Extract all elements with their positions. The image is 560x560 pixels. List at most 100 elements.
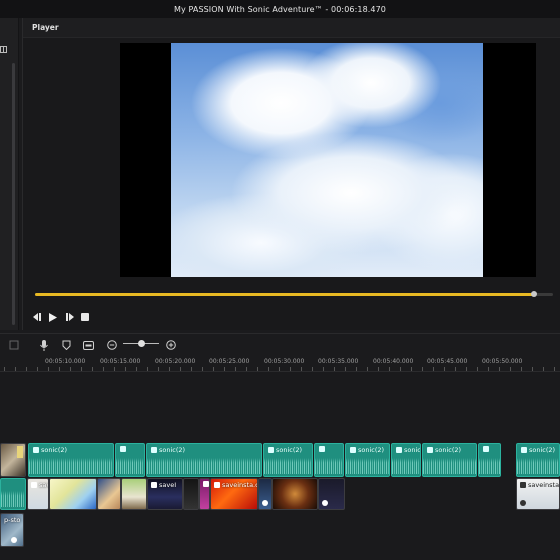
ruler-minor-tick <box>224 367 225 371</box>
audio-clip-icon <box>33 447 39 453</box>
video-clip[interactable] <box>97 478 121 510</box>
stop-icon[interactable] <box>80 312 90 322</box>
audio-clip-icon <box>120 446 126 452</box>
editor-window: My PASSION With Sonic Adventure™ - 00:06… <box>0 0 560 560</box>
crop-icon[interactable] <box>8 339 20 351</box>
audio-clip-icon <box>350 447 356 453</box>
clip-name: sonic(2) <box>276 446 303 454</box>
play-icon[interactable] <box>48 312 58 322</box>
audio-clip[interactable]: sonic(2) <box>391 443 421 477</box>
video-clip-icon <box>203 481 209 487</box>
audio-waveform <box>479 458 500 474</box>
video-clip-label: saveI <box>151 481 176 489</box>
audio-clip[interactable]: sonic(2) <box>28 443 114 477</box>
audio-clip-label: sonic(2) <box>427 446 461 454</box>
clip-name: sonic(2) <box>41 446 68 454</box>
video-preview[interactable] <box>120 43 536 277</box>
video-clip[interactable] <box>199 478 210 510</box>
ruler-tick: 00:05:25.000 <box>209 358 250 365</box>
audio-clip-icon <box>319 446 325 452</box>
audio-clip[interactable] <box>115 443 145 477</box>
audio-clip-label: sonic(2) <box>268 446 302 454</box>
step-forward-icon[interactable] <box>64 312 74 322</box>
zoom-in-icon[interactable] <box>165 339 177 351</box>
overlay-clip-label: p-sto <box>4 516 20 524</box>
microphone-icon[interactable] <box>38 339 50 351</box>
video-clip[interactable]: saveinsta.cc_720p-sonic-adventure <box>210 478 258 510</box>
grid-view-icon[interactable] <box>0 46 7 53</box>
playback-controls <box>32 312 90 322</box>
video-clip[interactable] <box>258 478 272 510</box>
video-clip[interactable] <box>318 478 345 510</box>
audio-clip[interactable] <box>478 443 501 477</box>
audio-clip-label: sonic(2) <box>521 446 555 454</box>
audio-clip[interactable]: sonic(2) <box>146 443 262 477</box>
audio-waveform <box>423 458 476 474</box>
video-clip[interactable]: saveI <box>147 478 183 510</box>
ruler-minor-tick <box>158 367 159 371</box>
audio-waveform <box>315 458 343 474</box>
progress-handle[interactable] <box>530 291 537 297</box>
video-clip-label: savi <box>31 481 48 489</box>
ruler-minor-tick <box>367 367 368 371</box>
player-header: Player <box>23 18 560 38</box>
playback-progress-bar[interactable] <box>35 291 553 297</box>
zoom-out-icon[interactable] <box>106 339 118 351</box>
audio-waveform <box>1 491 25 507</box>
title-bar: My PASSION With Sonic Adventure™ - 00:06… <box>0 0 560 18</box>
audio-clip-icon <box>427 447 433 453</box>
ruler-minor-tick <box>554 367 555 371</box>
clip-name: sonic(2) <box>529 446 556 454</box>
ruler-minor-tick <box>444 367 445 371</box>
audio-clip[interactable]: sonic(2) <box>516 443 560 477</box>
audio-waveform <box>346 458 389 474</box>
clip-name: sonic(2) <box>358 446 385 454</box>
audio-clip-label: sonic(2) <box>396 446 420 454</box>
audio-waveform <box>517 458 559 474</box>
ruler-minor-tick <box>455 367 456 371</box>
audio-clip[interactable] <box>0 478 26 510</box>
audio-clip-label: sonic(2) <box>350 446 384 454</box>
timeline-ruler[interactable]: 00:05:10.000 00:05:15.000 00:05:20.000 0… <box>0 355 560 372</box>
clip-name: p-sto <box>4 516 21 524</box>
video-clip-icon <box>214 482 220 488</box>
shield-icon[interactable] <box>60 339 72 351</box>
zoom-slider-handle[interactable] <box>138 340 145 347</box>
ruler-minor-tick <box>81 367 82 371</box>
ruler-minor-tick <box>279 367 280 371</box>
ruler-minor-tick <box>323 367 324 371</box>
video-clip[interactable] <box>121 478 147 510</box>
video-clip[interactable] <box>272 478 318 510</box>
face-thumbnail-clip[interactable] <box>0 443 26 477</box>
ruler-minor-tick <box>499 367 500 371</box>
ruler-tick: 00:05:50.000 <box>482 358 523 365</box>
player-title: Player <box>32 23 59 32</box>
ruler-minor-tick <box>169 367 170 371</box>
ruler-minor-tick <box>125 367 126 371</box>
audio-clip[interactable]: sonic(2) <box>422 443 477 477</box>
subtitle-icon[interactable] <box>82 339 94 351</box>
media-panel-scrollbar[interactable] <box>12 63 15 325</box>
audio-clip[interactable]: sonic(2) <box>345 443 390 477</box>
ruler-minor-tick <box>312 367 313 371</box>
ruler-minor-tick <box>213 367 214 371</box>
audio-clip[interactable] <box>314 443 344 477</box>
overlay-clip[interactable]: p-sto <box>0 513 24 547</box>
video-clip[interactable] <box>183 478 199 510</box>
progress-fill <box>35 293 534 296</box>
step-back-icon[interactable] <box>32 312 42 322</box>
video-clip[interactable]: savi <box>27 478 49 510</box>
ruler-minor-tick <box>400 367 401 371</box>
keyframe-icon <box>262 500 268 506</box>
ruler-tick: 00:05:15.000 <box>100 358 141 365</box>
ruler-tick: 00:05:10.000 <box>45 358 86 365</box>
video-clip-label <box>203 481 209 487</box>
ruler-minor-tick <box>103 367 104 371</box>
ruler-minor-tick <box>477 367 478 371</box>
audio-clip-icon <box>396 447 402 453</box>
video-clip[interactable] <box>49 478 97 510</box>
ruler-minor-tick <box>4 367 5 371</box>
audio-clip[interactable]: sonic(2) <box>263 443 313 477</box>
video-clip[interactable]: saveinsta.c <box>516 478 560 510</box>
ruler-tick: 00:05:45.000 <box>427 358 468 365</box>
